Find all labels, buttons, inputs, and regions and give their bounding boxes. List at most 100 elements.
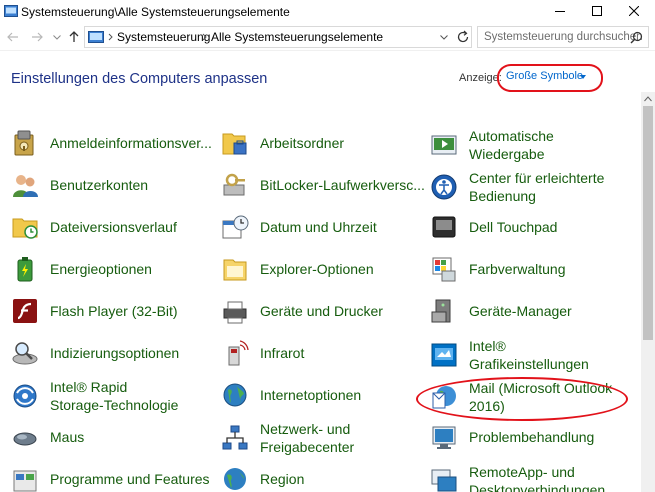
bitlocker-icon: [223, 173, 245, 196]
user-accounts-icon: [13, 175, 38, 197]
maximize-icon: [592, 6, 602, 16]
item-label: Infrarot: [260, 345, 305, 361]
item-touchpad[interactable]: Dell Touchpad: [430, 209, 640, 249]
search-input[interactable]: Systemsteuerung durchsuchen: [477, 26, 649, 48]
item-label: Maus: [50, 429, 85, 445]
item-indexing-options[interactable]: Indizierungsoptionen: [11, 335, 211, 375]
item-infrared[interactable]: Infrarot: [221, 335, 421, 375]
item-region[interactable]: Region: [221, 461, 421, 492]
item-label: Intel® Grafikeinstellungen: [469, 338, 589, 372]
item-label: Geräte und Drucker: [260, 303, 383, 319]
item-label: Arbeitsordner: [260, 135, 345, 151]
devices-printers-icon: [223, 301, 247, 324]
scrollbar-thumb[interactable]: [643, 106, 653, 340]
forward-button[interactable]: [28, 28, 46, 46]
item-bitlocker[interactable]: BitLocker-Laufwerkversc...: [221, 167, 425, 207]
item-ease-of-access[interactable]: Center für erleichterte Bedienung: [430, 169, 640, 209]
item-devices-printers[interactable]: Geräte und Drucker: [221, 293, 421, 333]
date-time-icon: [222, 215, 249, 239]
view-label: Anzeige:: [459, 72, 502, 84]
flash-player-icon: [13, 299, 37, 323]
item-intel-rapid-storage[interactable]: Intel® Rapid Storage-Technologie: [11, 378, 211, 418]
item-label: Internetoptionen: [260, 387, 362, 403]
item-label: BitLocker-Laufwerkversc...: [260, 177, 425, 193]
up-button[interactable]: [65, 28, 83, 46]
item-label: Flash Player (32-Bit): [50, 303, 178, 319]
ease-of-access-icon: [431, 174, 457, 200]
device-manager-icon: [431, 299, 451, 323]
item-label: Problembehandlung: [469, 429, 595, 445]
item-label: Farbverwaltung: [469, 261, 566, 277]
chevron-up-icon[interactable]: [644, 96, 652, 102]
page-title: Einstellungen des Computers anpassen: [11, 71, 268, 87]
item-remoteapp[interactable]: RemoteApp- und Desktopverbindungen: [430, 463, 640, 492]
window-title: Systemsteuerung\Alle Systemsteuerungsele…: [21, 5, 290, 19]
item-internet-options[interactable]: Internetoptionen: [221, 377, 421, 417]
intel-rapid-storage-icon: [13, 384, 37, 408]
item-flash-player[interactable]: Flash Player (32-Bit): [11, 293, 211, 333]
item-label: Automatische Wiedergabe: [469, 128, 554, 162]
search-icon: [630, 31, 643, 44]
arrow-right-icon: [32, 32, 43, 42]
item-autoplay[interactable]: Automatische Wiedergabe: [430, 127, 640, 167]
intel-graphics-icon: [431, 343, 457, 367]
item-date-time[interactable]: Datum und Uhrzeit: [221, 209, 421, 249]
close-icon: [629, 6, 639, 16]
item-troubleshooting[interactable]: Problembehandlung: [430, 419, 640, 459]
refresh-icon[interactable]: [455, 29, 471, 45]
arrow-left-icon: [7, 32, 18, 42]
item-label: Intel® Rapid Storage-Technologie: [50, 379, 179, 413]
breadcrumb-alle-elemente[interactable]: Alle Systemsteuerungselemente: [211, 30, 383, 44]
chevron-right-icon: [202, 33, 207, 41]
power-options-icon: [17, 257, 33, 282]
file-history-icon: [12, 218, 38, 239]
chevron-right-icon: [108, 33, 113, 41]
item-programs-features[interactable]: Programme und Features: [11, 461, 211, 492]
search-placeholder: Systemsteuerung durchsuchen: [484, 31, 643, 43]
control-panel-icon: [88, 31, 104, 43]
work-folders-icon: [222, 133, 247, 155]
highlight-ring-view: [497, 64, 603, 92]
item-network-sharing[interactable]: Netzwerk- und Freigabecenter: [221, 420, 421, 460]
item-label: Benutzerkonten: [50, 177, 149, 193]
mouse-icon: [13, 432, 37, 446]
credential-manager-icon: [14, 130, 34, 156]
chevron-down-icon[interactable]: [437, 29, 451, 45]
item-file-history[interactable]: Dateiversionsverlauf: [11, 209, 211, 249]
address-bar[interactable]: Systemsteuerung Alle Systemsteuerungsele…: [84, 26, 472, 48]
item-label: Dateiversionsverlauf: [50, 219, 177, 235]
vertical-scrollbar[interactable]: [641, 92, 655, 492]
item-label: Explorer-Optionen: [260, 261, 374, 277]
highlight-ring-mail: [416, 377, 628, 421]
item-power-options[interactable]: Energieoptionen: [11, 251, 211, 291]
control-panel-icon: [4, 5, 18, 17]
maximize-button[interactable]: [578, 0, 616, 22]
item-user-accounts[interactable]: Benutzerkonten: [11, 167, 211, 207]
title-bar: Systemsteuerung\Alle Systemsteuerungsele…: [0, 0, 655, 24]
recent-locations-button[interactable]: [48, 28, 66, 46]
internet-options-icon: [223, 383, 247, 407]
arrow-up-icon: [69, 31, 79, 42]
minimize-button[interactable]: [541, 0, 579, 22]
item-label: Programme und Features: [50, 471, 210, 487]
item-explorer-options[interactable]: Explorer-Optionen: [221, 251, 421, 291]
close-button[interactable]: [615, 0, 653, 22]
item-mouse[interactable]: Maus: [11, 419, 211, 459]
touchpad-icon: [432, 216, 456, 238]
chevron-down-icon: [53, 34, 61, 40]
region-icon: [224, 468, 246, 490]
item-color-management[interactable]: Farbverwaltung: [430, 251, 640, 291]
item-work-folders[interactable]: Arbeitsordner: [221, 125, 421, 165]
color-management-icon: [432, 257, 456, 282]
item-intel-graphics[interactable]: Intel® Grafikeinstellungen: [430, 337, 640, 377]
item-device-manager[interactable]: Geräte-Manager: [430, 293, 640, 333]
back-button[interactable]: [4, 28, 22, 46]
breadcrumb-systemsteuerung[interactable]: Systemsteuerung: [117, 30, 210, 44]
troubleshooting-icon: [432, 426, 456, 449]
item-credential-manager[interactable]: Anmeldeinformationsver...: [11, 125, 212, 165]
autoplay-icon: [431, 135, 457, 155]
item-label: Netzwerk- und Freigabecenter: [260, 421, 355, 455]
item-label: Anmeldeinformationsver...: [50, 135, 212, 151]
item-label: RemoteApp- und Desktopverbindungen: [469, 464, 606, 492]
item-label: Datum und Uhrzeit: [260, 219, 377, 235]
